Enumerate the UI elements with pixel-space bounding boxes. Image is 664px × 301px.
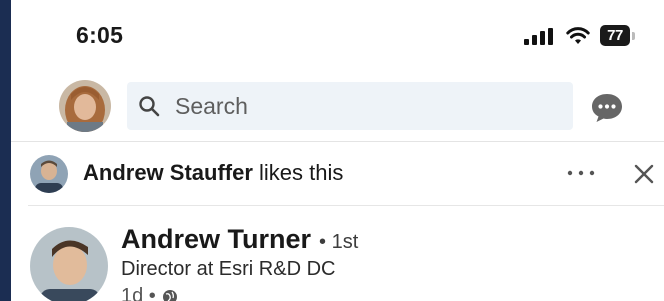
battery-icon: 77 bbox=[600, 25, 630, 46]
author-line: Andrew Turner • 1st bbox=[121, 224, 358, 255]
author-name[interactable]: Andrew Turner bbox=[121, 224, 311, 255]
author-avatar[interactable] bbox=[30, 227, 108, 301]
author-headline: Director at Esri R&D DC bbox=[121, 258, 336, 280]
battery-level: 77 bbox=[607, 27, 623, 44]
status-time: 6:05 bbox=[76, 22, 124, 48]
wifi-icon bbox=[566, 27, 590, 44]
activity-divider bbox=[28, 205, 664, 206]
more-options-icon[interactable] bbox=[566, 167, 596, 179]
search-icon bbox=[139, 96, 160, 117]
author-photo bbox=[30, 227, 108, 301]
globe-icon bbox=[162, 289, 177, 301]
connection-degree: • 1st bbox=[319, 231, 359, 253]
liker-avatar[interactable] bbox=[30, 155, 68, 193]
activity-line: Andrew Stauffer likes this bbox=[83, 160, 343, 186]
post-meta: 1d • bbox=[121, 285, 178, 301]
battery-tip bbox=[632, 32, 635, 40]
liker-photo bbox=[30, 155, 68, 193]
post-time: 1d • bbox=[121, 285, 156, 301]
search-input[interactable]: Search bbox=[127, 82, 573, 130]
signal-icon bbox=[524, 28, 553, 45]
left-edge-bar bbox=[0, 0, 11, 301]
messaging-icon[interactable] bbox=[590, 91, 624, 125]
liker-name[interactable]: Andrew Stauffer bbox=[83, 160, 253, 185]
activity-action: likes this bbox=[252, 160, 344, 185]
profile-photo bbox=[59, 80, 111, 132]
header-divider bbox=[11, 141, 664, 142]
close-icon[interactable] bbox=[632, 162, 656, 186]
my-profile-avatar[interactable] bbox=[59, 80, 111, 132]
search-placeholder: Search bbox=[175, 92, 248, 119]
